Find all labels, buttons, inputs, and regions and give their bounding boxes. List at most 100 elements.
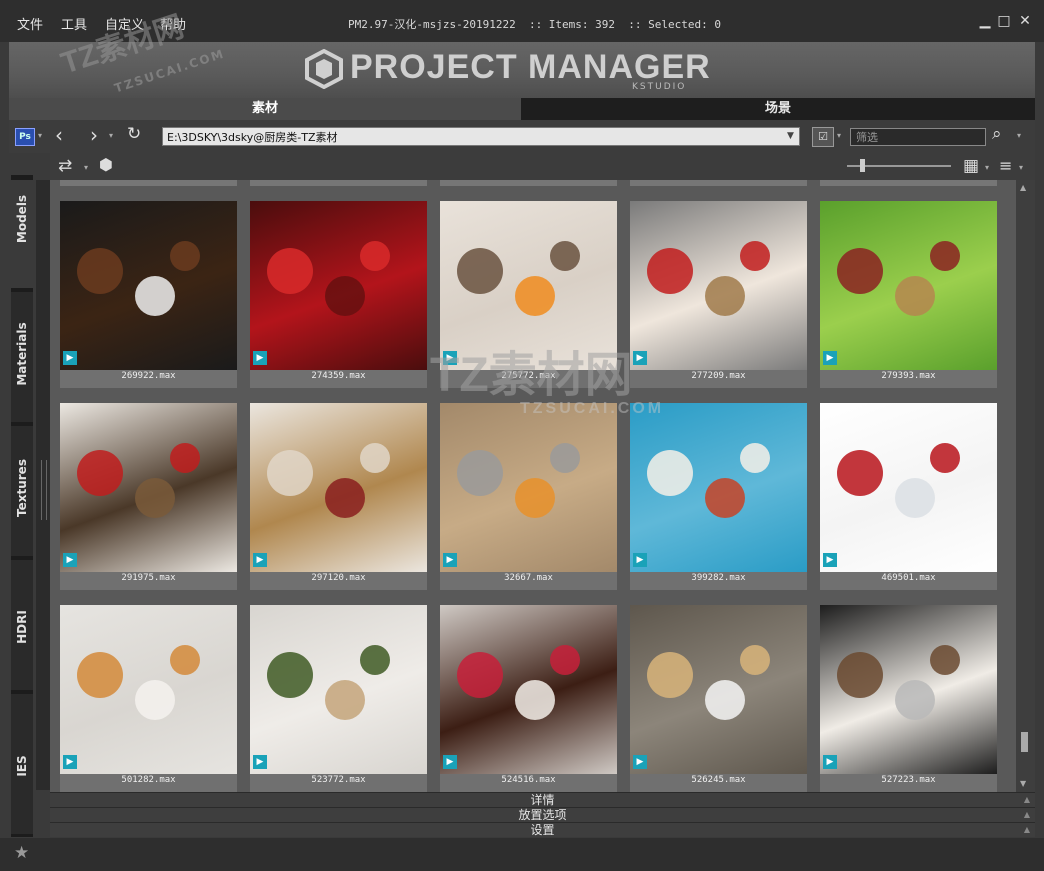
sync-icon[interactable]: ⇄	[58, 156, 72, 176]
path-dropdown-icon[interactable]: ▼	[787, 131, 794, 141]
scroll-down-icon[interactable]: ▼	[1020, 779, 1026, 788]
collapse-icon[interactable]: ▲	[1024, 808, 1030, 822]
asset-card[interactable]: ▶ 524516.max	[440, 605, 617, 792]
thumbnail-shape	[895, 680, 935, 720]
resize-handle[interactable]	[41, 460, 47, 520]
path-input[interactable]: E:\3DSKY\3dsky@厨房类-TZ素材	[162, 127, 800, 146]
side-tab-models[interactable]: Models	[11, 180, 33, 288]
search-icon[interactable]: ⌕	[992, 124, 1002, 144]
collapse-icon[interactable]: ▲	[1024, 823, 1030, 837]
vertical-scrollbar[interactable]	[1016, 180, 1035, 792]
asset-filename: 524516.max	[501, 775, 556, 785]
back-icon[interactable]: ‹	[55, 123, 63, 147]
asset-card[interactable]: ▶ 526245.max	[630, 605, 807, 792]
checklist-dropdown-icon[interactable]: ▾	[837, 131, 841, 140]
previous-row-strip	[820, 180, 997, 186]
thumbnail-shape	[895, 478, 935, 518]
asset-card[interactable]: ▶ 399282.max	[630, 403, 807, 590]
asset-card[interactable]: ▶ 291975.max	[60, 403, 237, 590]
thumbnail-shape	[740, 443, 770, 473]
refresh-icon[interactable]: ↻	[127, 124, 141, 144]
favorite-star-icon[interactable]: ★	[14, 843, 29, 863]
sort-dropdown-icon[interactable]: ▾	[1019, 163, 1023, 172]
asset-filename: 523772.max	[311, 775, 366, 785]
asset-card[interactable]: ▶ 469501.max	[820, 403, 997, 590]
close-icon[interactable]: ✕	[1016, 12, 1034, 30]
asset-thumbnail[interactable]	[440, 403, 617, 572]
side-tab-ies[interactable]: IES	[11, 694, 33, 834]
side-tab-textures[interactable]: Textures	[11, 426, 33, 556]
thumbnail-shape	[267, 248, 313, 294]
thumbnail-shape	[930, 645, 960, 675]
filter-input[interactable]: 筛选	[850, 128, 986, 146]
grid-view-icon[interactable]: ▦	[963, 156, 979, 176]
asset-thumbnail[interactable]	[250, 403, 427, 572]
side-tab-label: IES	[15, 755, 29, 777]
side-tab-label: Textures	[15, 459, 29, 517]
sort-icon[interactable]: ≡	[999, 156, 1012, 175]
side-tab-hdri[interactable]: HDRI	[11, 560, 33, 690]
asset-card[interactable]: ▶ 501282.max	[60, 605, 237, 792]
asset-card[interactable]: ▶ 527223.max	[820, 605, 997, 792]
asset-thumbnail[interactable]	[630, 403, 807, 572]
maximize-icon[interactable]: □	[995, 12, 1013, 30]
placement-options-bar[interactable]: 放置选项 ▲	[50, 807, 1035, 822]
asset-thumbnail[interactable]	[250, 605, 427, 774]
asset-thumbnail[interactable]	[60, 201, 237, 370]
thumbnail-shape	[267, 652, 313, 698]
side-tab-materials[interactable]: Materials	[11, 292, 33, 422]
max-file-icon: ▶	[823, 553, 837, 567]
asset-filename: 279393.max	[881, 371, 936, 381]
thumbnail-shape	[930, 241, 960, 271]
asset-thumbnail[interactable]	[820, 605, 997, 774]
sync-dropdown-icon[interactable]: ▾	[84, 163, 88, 172]
tab-scenes[interactable]: 场景	[521, 98, 1035, 120]
menu-file[interactable]: 文件	[17, 14, 43, 33]
thumbnail-shape	[135, 478, 175, 518]
zoom-slider-handle[interactable]	[860, 159, 865, 172]
photoshop-icon[interactable]: Ps	[15, 128, 35, 146]
previous-row-strip	[630, 180, 807, 186]
asset-thumbnail[interactable]	[60, 403, 237, 572]
view-dropdown-icon[interactable]: ▾	[985, 163, 989, 172]
asset-card[interactable]: ▶ 523772.max	[250, 605, 427, 792]
asset-filename: 277209.max	[691, 371, 746, 381]
asset-thumbnail[interactable]	[440, 605, 617, 774]
thumbnail-shape	[170, 241, 200, 271]
thumbnail-shape	[267, 450, 313, 496]
thumbnail-shape	[457, 450, 503, 496]
chevron-down-icon[interactable]: ▾	[38, 131, 42, 140]
asset-card[interactable]: ▶ 274359.max	[250, 201, 427, 388]
asset-card[interactable]: ▶ 32667.max	[440, 403, 617, 590]
asset-thumbnail[interactable]	[820, 201, 997, 370]
asset-thumbnail[interactable]	[250, 201, 427, 370]
thumbnail-shape	[550, 645, 580, 675]
details-panel-bar[interactable]: 详情 ▲	[50, 792, 1035, 807]
thumbnail-shape	[740, 645, 770, 675]
checklist-icon[interactable]: ☑	[812, 127, 834, 147]
thumbnail-shape	[515, 276, 555, 316]
asset-thumbnail[interactable]	[630, 201, 807, 370]
asset-card[interactable]: ▶ 297120.max	[250, 403, 427, 590]
cube-icon[interactable]: ⬢	[99, 155, 113, 174]
settings-panel-bar[interactable]: 设置 ▲	[50, 822, 1035, 837]
asset-thumbnail[interactable]	[60, 605, 237, 774]
forward-icon[interactable]: ›	[90, 123, 98, 147]
tab-assets[interactable]: 素材	[9, 98, 521, 120]
thumbnail-shape	[170, 443, 200, 473]
asset-card[interactable]: ▶ 279393.max	[820, 201, 997, 388]
asset-thumbnail[interactable]	[630, 605, 807, 774]
minimize-icon[interactable]: ▁	[976, 12, 994, 30]
max-file-icon: ▶	[63, 755, 77, 769]
scrollbar-thumb[interactable]	[1021, 732, 1028, 752]
scroll-up-icon[interactable]: ▲	[1020, 183, 1026, 192]
asset-filename: 274359.max	[311, 371, 366, 381]
history-dropdown-icon[interactable]: ▾	[109, 131, 113, 140]
asset-card[interactable]: ▶ 269922.max	[60, 201, 237, 388]
collapse-icon[interactable]: ▲	[1024, 793, 1030, 807]
max-file-icon: ▶	[443, 755, 457, 769]
search-dropdown-icon[interactable]: ▾	[1017, 131, 1021, 140]
thumbnail-shape	[837, 652, 883, 698]
asset-thumbnail[interactable]	[820, 403, 997, 572]
asset-card[interactable]: ▶ 277209.max	[630, 201, 807, 388]
